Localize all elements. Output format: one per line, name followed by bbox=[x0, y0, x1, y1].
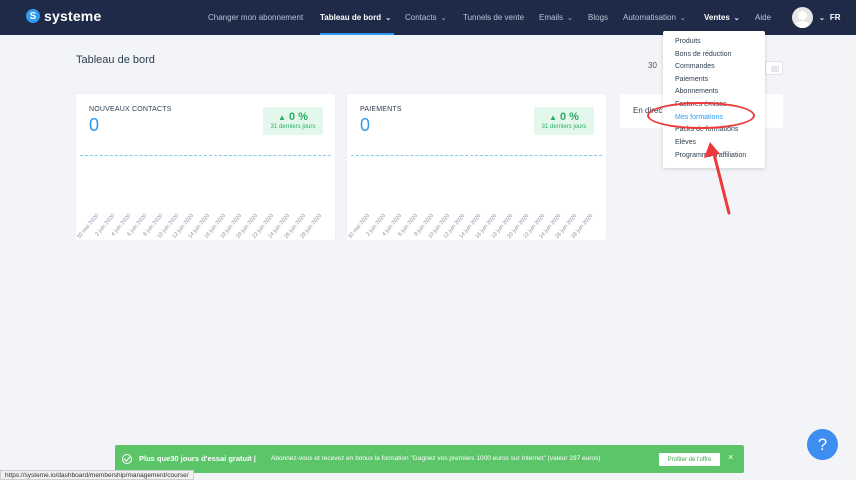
change-period: 31 derniers jours bbox=[541, 124, 587, 130]
change-value: 0 % bbox=[560, 111, 579, 123]
top-navbar: S systeme Changer mon abonnement Tableau… bbox=[0, 0, 856, 35]
nav-change-subscription[interactable]: Changer mon abonnement bbox=[208, 0, 303, 35]
annotation-ellipse bbox=[647, 102, 755, 129]
nav-emails[interactable]: Emails ⌄ bbox=[539, 0, 573, 35]
nav-label: Emails bbox=[539, 13, 564, 22]
question-icon: ? bbox=[817, 434, 828, 454]
chart-line bbox=[351, 155, 602, 156]
menu-item-subscriptions[interactable]: Abonnements bbox=[675, 88, 718, 95]
chevron-down-icon: ⌄ bbox=[385, 14, 392, 22]
change-percent: ▲ 0 % bbox=[263, 111, 323, 123]
user-icon bbox=[798, 11, 807, 20]
nav-label: Contacts bbox=[405, 13, 437, 22]
avatar[interactable] bbox=[792, 7, 813, 28]
claim-offer-button[interactable]: Profiter de l'offre bbox=[659, 453, 720, 466]
nav-automation[interactable]: Automatisation ⌄ bbox=[623, 0, 686, 35]
check-circle-icon bbox=[122, 454, 132, 464]
card-new-contacts: NOUVEAUX CONTACTS 0 ▲ 0 % 31 derniers jo… bbox=[76, 94, 335, 240]
up-arrow-icon: ▲ bbox=[278, 113, 286, 122]
nav-label: Blogs bbox=[588, 13, 609, 22]
user-body-icon bbox=[795, 21, 810, 28]
logo[interactable]: S systeme bbox=[26, 8, 101, 24]
change-period: 31 derniers jours bbox=[270, 124, 316, 130]
nav-contacts[interactable]: Contacts ⌄ bbox=[405, 0, 446, 35]
nav-label: Tunnels de vente bbox=[463, 13, 525, 22]
card-value: 0 bbox=[89, 115, 100, 135]
trial-promo-banner: Plus que30 jours d'essai gratuit | Abonn… bbox=[115, 445, 744, 473]
nav-blogs[interactable]: Blogs bbox=[588, 0, 608, 35]
chart-line bbox=[80, 155, 331, 156]
card-value: 0 bbox=[360, 115, 371, 135]
nav-label: Automatisation bbox=[623, 13, 676, 22]
nav-dashboard[interactable]: Tableau de bord ⌄ bbox=[320, 0, 395, 35]
nav-sales-funnels[interactable]: Tunnels de vente bbox=[463, 0, 524, 35]
close-icon[interactable]: × bbox=[728, 452, 733, 462]
menu-item-orders[interactable]: Commandes bbox=[675, 63, 715, 70]
menu-item-products[interactable]: Produits bbox=[675, 38, 701, 45]
promo-text: Abonnez-vous et recevez en bonus la form… bbox=[271, 455, 601, 462]
page-title: Tableau de bord bbox=[76, 54, 155, 66]
chevron-down-icon: ⌄ bbox=[440, 14, 447, 22]
nav-help[interactable]: Aide bbox=[755, 0, 771, 35]
menu-item-coupons[interactable]: Bons de réduction bbox=[675, 51, 731, 58]
chevron-down-icon: ⌄ bbox=[733, 14, 740, 22]
nav-label: Tableau de bord bbox=[320, 13, 382, 22]
up-arrow-icon: ▲ bbox=[549, 113, 557, 122]
menu-icon bbox=[771, 66, 779, 72]
change-percent: ▲ 0 % bbox=[534, 111, 594, 123]
card-payments: PAIEMENTS 0 ▲ 0 % 31 derniers jours 30 m… bbox=[347, 94, 606, 240]
chevron-down-icon: ⌄ bbox=[819, 14, 825, 22]
menu-item-payments[interactable]: Paiements bbox=[675, 76, 708, 83]
promo-title: Plus que30 jours d'essai gratuit | bbox=[139, 454, 256, 463]
language-label: FR bbox=[829, 13, 841, 22]
language-selector[interactable]: ⌄ FR bbox=[819, 0, 841, 35]
active-tab-underline bbox=[320, 33, 395, 35]
menu-item-students[interactable]: Elèves bbox=[675, 139, 696, 146]
help-button[interactable]: ? bbox=[807, 429, 838, 460]
annotation-arrow-icon bbox=[704, 142, 731, 215]
chevron-down-icon: ⌄ bbox=[567, 14, 573, 22]
chevron-down-icon: ⌄ bbox=[679, 14, 686, 22]
status-bar-url: https://systeme.io/dashboard/membership/… bbox=[0, 470, 194, 480]
change-badge: ▲ 0 % 31 derniers jours bbox=[263, 107, 323, 135]
date-range-label: 30 bbox=[648, 61, 657, 70]
card-label: PAIEMENTS bbox=[360, 106, 402, 113]
systeme-logo-icon: S bbox=[26, 9, 40, 23]
change-badge: ▲ 0 % 31 derniers jours bbox=[534, 107, 594, 135]
options-button[interactable] bbox=[765, 61, 783, 75]
nav-sales[interactable]: Ventes ⌄ bbox=[704, 0, 740, 35]
logo-text: systeme bbox=[44, 8, 102, 24]
change-value: 0 % bbox=[289, 111, 308, 123]
card-label: NOUVEAUX CONTACTS bbox=[89, 106, 172, 113]
nav-label: Aide bbox=[755, 13, 772, 22]
nav-label: Changer mon abonnement bbox=[208, 13, 304, 22]
nav-label: Ventes bbox=[704, 13, 730, 22]
